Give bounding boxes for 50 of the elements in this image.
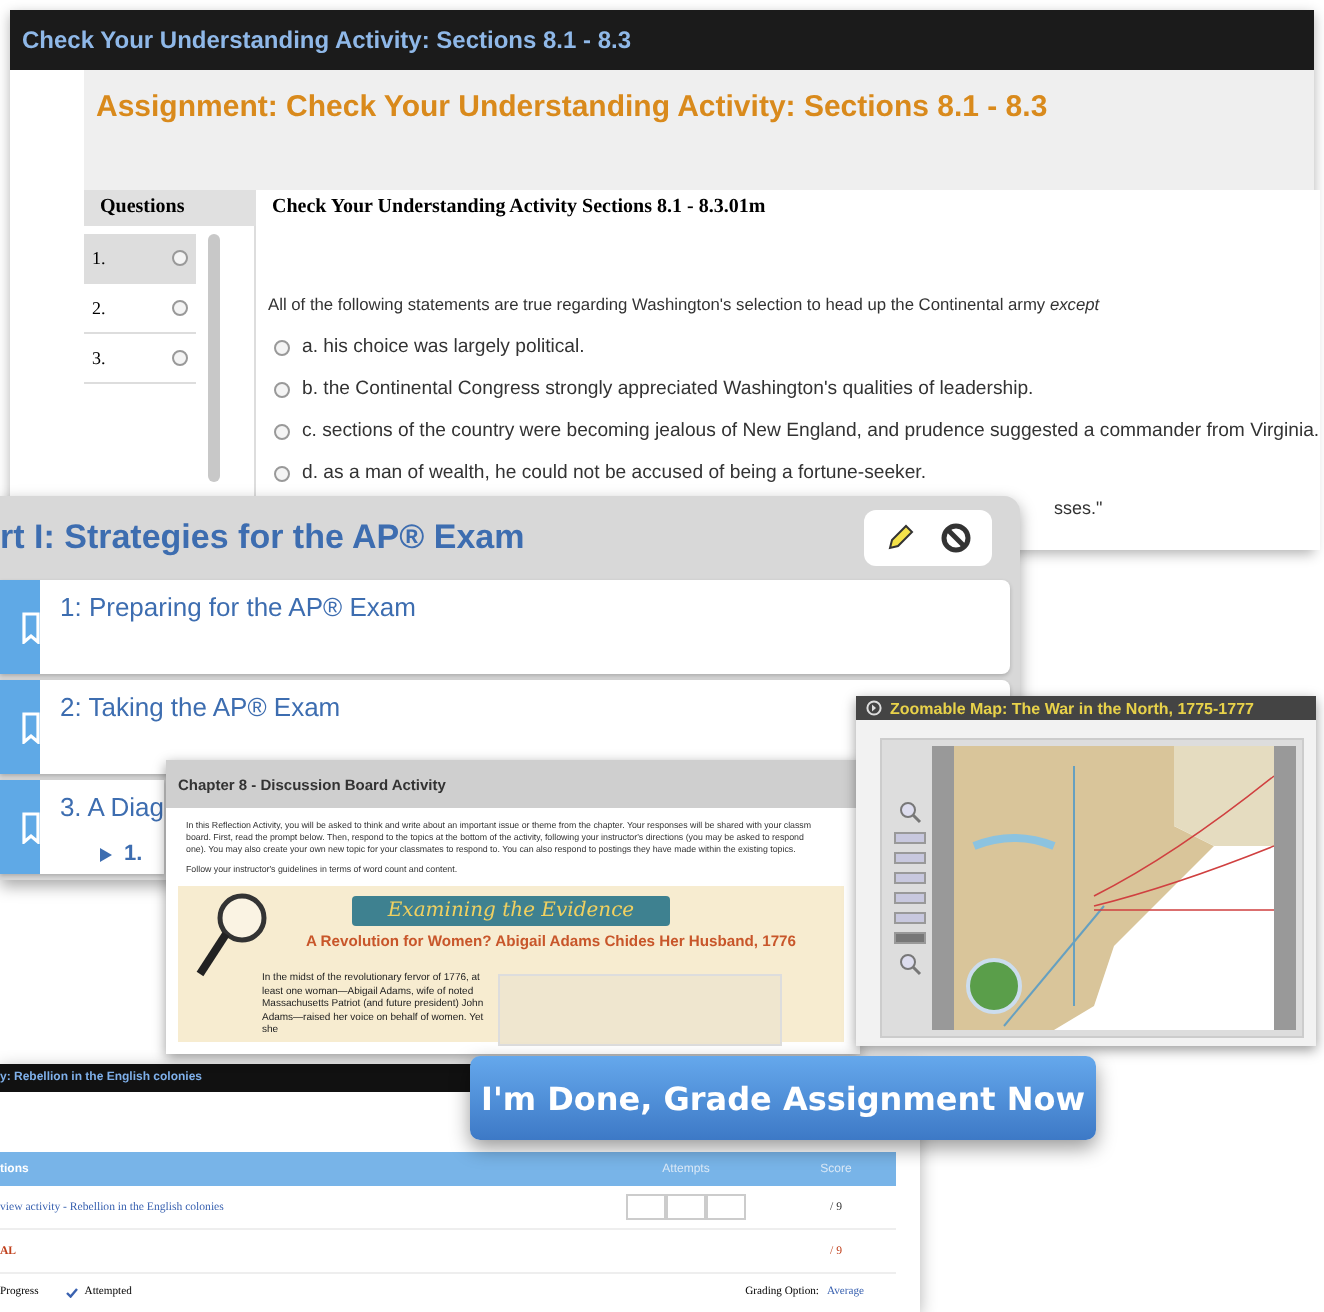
activity-title: Check Your Understanding Activity Sections 8.1 - 8.3.01m [256,190,1320,226]
chapter-title: 3. A Diag [59,792,164,822]
zoom-step[interactable] [894,872,926,884]
bookmark-icon [22,711,40,743]
zoom-step[interactable] [894,852,926,864]
chapter-title: 1: Preparing for the AP® Exam [60,592,416,622]
zoom-step[interactable] [894,912,926,924]
collapse-icon[interactable] [866,700,882,716]
status-circle-icon [172,300,188,316]
bookmark-icon [21,811,40,843]
window-title: Check Your Understanding Activity: Sections 8.1 - 8.3 [10,10,1314,70]
question-item[interactable]: 3. [84,334,196,384]
checkmark-icon [66,1287,79,1297]
zoom-step[interactable] [894,892,926,904]
scrollbar[interactable] [208,234,220,482]
section-label[interactable]: 1. [123,842,143,866]
answer-option: c. sections of the country were becoming jealous of New England, and prudence suggested a commander from Virginia. [302,420,1320,442]
answer-radio[interactable] [274,423,290,439]
zoom-step[interactable] [894,832,926,844]
zoom-in-icon[interactable] [898,800,922,824]
question-item[interactable]: 1. [84,234,196,284]
zoom-out-icon[interactable] [898,952,922,976]
answer-option: d. as a man of wealth, he could not be accused of being a fortune-seeker. [302,462,926,484]
part-title: rt I: Strategies for the AP® Exam [0,518,525,558]
status-circle-icon [172,250,188,266]
attempt-box [706,1194,746,1220]
chapter-title: 2: Taking the AP® Exam [60,692,341,722]
pencil-icon[interactable] [884,522,916,554]
answer-radio[interactable] [274,381,290,397]
answer-option: sses." [1054,498,1103,518]
zoom-step[interactable] [894,932,926,944]
bookmark-icon [22,611,40,643]
question-prompt: All of the following statements are true regarding Washington's selection to head up the Continental army except [268,294,1102,314]
grade-assignment-button[interactable]: I'm Done, Grade Assignment Now [470,1056,1096,1140]
chapter-card[interactable]: 1: Preparing for the AP® Exam [0,580,1010,674]
play-triangle-icon[interactable] [99,847,112,861]
questions-header: Questions [84,190,256,226]
question-item[interactable]: 2. [84,284,196,334]
chapter-card[interactable]: 3. A Diag 1. [0,780,164,874]
attempt-box [626,1194,666,1220]
answer-option: a. his choice was largely political. [302,336,585,358]
prohibited-icon[interactable] [940,522,972,554]
answer-option: b. the Continental Congress strongly appreciated Washington's qualities of leadership. [302,378,1034,400]
answer-radio[interactable] [274,465,290,481]
assignment-heading: Assignment: Check Your Understanding Activity: Sections 8.1 - 8.3 [96,90,1050,124]
answer-radio[interactable] [274,339,290,355]
map-drawing[interactable] [954,746,1274,1030]
status-circle-icon [172,350,188,366]
feature-banner: Examining the Evidence [351,896,671,926]
attempt-box [666,1194,706,1220]
